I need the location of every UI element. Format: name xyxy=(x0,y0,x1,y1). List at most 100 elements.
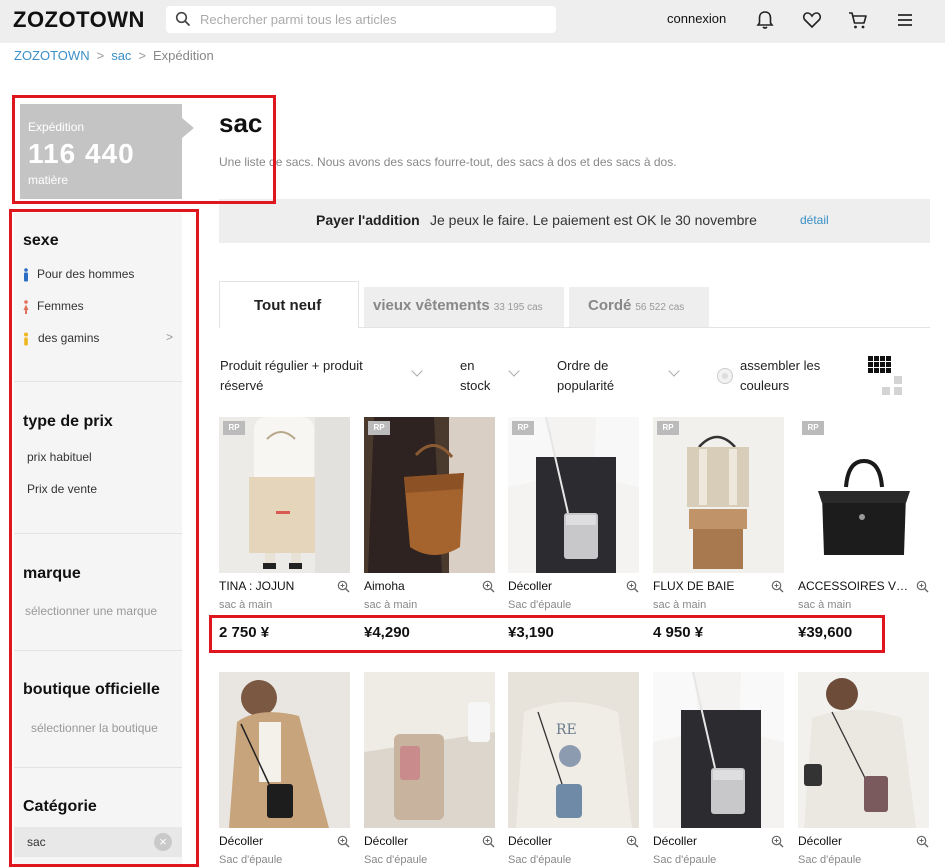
breadcrumb-category[interactable]: sac xyxy=(111,48,131,63)
product-category: Sac d'épaule xyxy=(219,854,283,866)
product-category: sac à main xyxy=(798,599,852,611)
merge-colors-line2: couleurs xyxy=(740,378,790,393)
brand-select[interactable]: sélectionner une marque xyxy=(25,604,157,618)
product-brand[interactable]: ACCESSOIRES VIVIENNE xyxy=(798,579,910,593)
header-bar: ZOZOTOWN Rechercher parmi tous les artic… xyxy=(0,0,945,43)
product-brand[interactable]: Décoller xyxy=(508,834,620,848)
zoom-icon[interactable] xyxy=(916,835,929,848)
product-image[interactable] xyxy=(653,672,784,828)
search-box[interactable]: Rechercher parmi tous les articles xyxy=(166,6,556,33)
tab-new-label: Tout neuf xyxy=(254,297,322,314)
product-image[interactable]: RE xyxy=(508,672,639,828)
heart-icon[interactable] xyxy=(801,9,823,31)
zoom-icon[interactable] xyxy=(771,835,784,848)
woman-icon xyxy=(23,300,29,314)
filter-price-title: type de prix xyxy=(23,413,113,430)
zoom-icon[interactable] xyxy=(482,580,495,593)
clear-icon[interactable]: × xyxy=(154,833,172,851)
banner-detail-link[interactable]: détail xyxy=(800,213,829,227)
logo[interactable]: ZOZOTOWN xyxy=(13,7,145,33)
product-brand[interactable]: Aimoha xyxy=(364,579,476,593)
product-image[interactable]: RP xyxy=(653,417,784,573)
stock-line2: stock xyxy=(460,378,491,393)
product-brand[interactable]: FLUX DE BAIE xyxy=(653,579,765,593)
product-image[interactable]: RP xyxy=(508,417,639,573)
bell-icon[interactable] xyxy=(754,9,776,31)
product-image[interactable]: RP xyxy=(798,417,929,573)
product-brand[interactable]: Décoller xyxy=(364,834,476,848)
filter-sidebar: sexe Pour des hommes Femmes des gamins >… xyxy=(14,213,182,867)
product-category: Sac d'épaule xyxy=(508,854,572,866)
tab-used[interactable]: vieux vêtements 33 195 cas xyxy=(364,287,564,328)
product-category: Sac d'épaule xyxy=(508,599,572,611)
product-category: sac à main xyxy=(653,599,707,611)
product-type-dropdown[interactable]: Produit régulier + produit réservé xyxy=(220,356,363,396)
stock-line1: en xyxy=(460,358,475,373)
chevron-down-icon[interactable] xyxy=(411,365,423,377)
filter-price-sale[interactable]: Prix de vente xyxy=(27,482,97,496)
product-image[interactable] xyxy=(798,672,929,828)
menu-icon[interactable] xyxy=(894,9,916,31)
product-price: ¥4,290 xyxy=(364,624,410,641)
merge-colors-radio[interactable] xyxy=(717,368,733,384)
login-link[interactable]: connexion xyxy=(667,11,726,26)
man-icon xyxy=(24,268,28,282)
rp-badge: RP xyxy=(657,421,679,435)
filter-brand: marque sélectionner une marque xyxy=(14,534,182,651)
product-type-line1: Produit régulier + produit xyxy=(220,358,363,373)
product-brand[interactable]: TINA : JOJUN xyxy=(219,579,331,593)
product-category: sac à main xyxy=(364,599,418,611)
tab-corde[interactable]: Cordé 56 522 cas xyxy=(569,287,709,328)
product-image[interactable]: RP xyxy=(364,417,495,573)
product-image[interactable]: RP xyxy=(219,417,350,573)
stock-dropdown[interactable]: en stock xyxy=(460,356,490,396)
breadcrumb-home[interactable]: ZOZOTOWN xyxy=(14,48,90,63)
filter-category-title: Catégorie xyxy=(23,798,97,815)
zoom-icon[interactable] xyxy=(337,835,350,848)
search-placeholder[interactable]: Rechercher parmi tous les articles xyxy=(200,12,397,27)
product-image[interactable] xyxy=(219,672,350,828)
product-brand[interactable]: Décoller xyxy=(653,834,765,848)
product-brand[interactable]: Décoller xyxy=(508,579,620,593)
zoom-icon[interactable] xyxy=(337,580,350,593)
grid-view-icon[interactable] xyxy=(868,356,904,398)
tab-used-count: 33 195 cas xyxy=(493,302,543,313)
item-count-box: Expédition 116 440 matière xyxy=(20,104,194,199)
shop-select[interactable]: sélectionner la boutique xyxy=(31,721,158,735)
sort-dropdown[interactable]: Ordre de popularité xyxy=(557,356,614,396)
chevron-down-icon[interactable] xyxy=(508,365,520,377)
merge-colors-label[interactable]: assembler les couleurs xyxy=(740,356,820,396)
chevron-down-icon[interactable] xyxy=(668,365,680,377)
cart-icon[interactable] xyxy=(847,9,869,31)
product-image[interactable] xyxy=(364,672,495,828)
rp-badge: RP xyxy=(223,421,245,435)
tab-corde-label: Cordé xyxy=(588,297,632,314)
product-brand[interactable]: Décoller xyxy=(219,834,331,848)
filter-price-regular[interactable]: prix habituel xyxy=(27,450,92,464)
filter-gender: sexe Pour des hommes Femmes des gamins > xyxy=(14,213,182,382)
zoom-icon[interactable] xyxy=(916,580,929,593)
sort-line1: Ordre de xyxy=(557,358,609,373)
filter-gender-kids[interactable]: des gamins xyxy=(38,331,99,345)
product-price: ¥39,600 xyxy=(798,624,853,641)
category-input[interactable]: sac × xyxy=(14,827,182,857)
product-brand[interactable]: Décoller xyxy=(798,834,910,848)
zoom-icon[interactable] xyxy=(626,835,639,848)
chevron-right-icon[interactable]: > xyxy=(166,330,173,344)
filter-gender-men[interactable]: Pour des hommes xyxy=(37,267,134,281)
filter-gender-women[interactable]: Femmes xyxy=(37,299,84,313)
filter-brand-title: marque xyxy=(23,565,81,582)
svg-text:RE: RE xyxy=(556,722,577,738)
tab-new[interactable]: Tout neuf xyxy=(219,281,359,328)
product-price: ¥3,190 xyxy=(508,624,554,641)
zoom-icon[interactable] xyxy=(482,835,495,848)
tab-underline xyxy=(359,327,930,328)
tab-corde-count: 56 522 cas xyxy=(635,302,685,313)
zoom-icon[interactable] xyxy=(626,580,639,593)
zoom-icon[interactable] xyxy=(771,580,784,593)
chevron-right-icon: > xyxy=(96,48,105,63)
product-category: sac à main xyxy=(219,599,273,611)
count-arrow xyxy=(182,118,194,138)
product-price: 2 750 ¥ xyxy=(219,624,270,641)
banner-text: Je peux le faire. Le paiement est OK le … xyxy=(430,212,757,228)
